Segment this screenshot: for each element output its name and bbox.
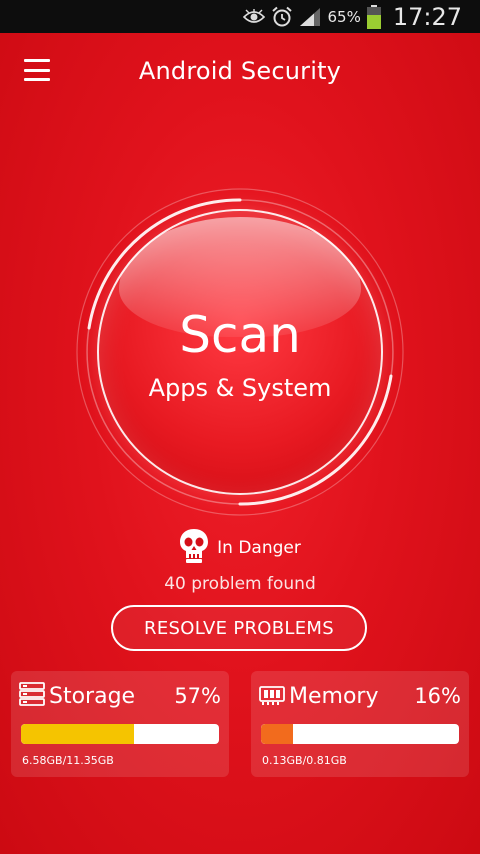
app-bar: Android Security — [0, 33, 480, 109]
skull-icon — [179, 528, 209, 569]
menu-icon[interactable] — [24, 59, 50, 81]
memory-card[interactable]: Memory 16% 0.13GB/0.81GB — [251, 671, 469, 777]
scan-button[interactable]: Scan Apps & System — [97, 209, 383, 495]
storage-progress-bar — [21, 724, 219, 744]
resolve-problems-button[interactable]: RESOLVE PROBLEMS — [111, 605, 367, 651]
app-title: Android Security — [138, 57, 342, 85]
memory-header: Memory 16% — [259, 679, 461, 713]
memory-progress-fill — [261, 724, 293, 744]
scan-title: Scan — [179, 306, 301, 364]
storage-label: Storage — [49, 683, 136, 709]
memory-chip-icon — [259, 681, 285, 712]
danger-label: In Danger — [217, 538, 301, 558]
storage-card[interactable]: Storage 57% 6.58GB/11.35GB — [11, 671, 229, 777]
scan-subtitle: Apps & System — [148, 374, 332, 402]
storage-detail: 6.58GB/11.35GB — [22, 754, 114, 767]
alarm-icon — [271, 6, 293, 28]
storage-progress-fill — [21, 724, 134, 744]
storage-icon — [19, 681, 45, 712]
status-bar: 65% 17:27 — [0, 0, 480, 33]
memory-detail: 0.13GB/0.81GB — [262, 754, 347, 767]
storage-percent: 57% — [174, 684, 221, 708]
scan-area: Scan Apps & System — [0, 160, 480, 520]
memory-label: Memory — [289, 683, 379, 709]
status-time: 17:27 — [392, 2, 462, 31]
storage-header: Storage 57% — [19, 679, 221, 713]
eye-icon — [243, 8, 266, 25]
memory-percent: 16% — [414, 684, 461, 708]
signal-icon — [299, 7, 321, 27]
danger-status: In Danger — [0, 528, 480, 568]
memory-progress-bar — [261, 724, 459, 744]
battery-icon — [366, 4, 381, 29]
problem-count: 40 problem found — [164, 574, 316, 594]
battery-percent: 65% — [327, 7, 361, 26]
